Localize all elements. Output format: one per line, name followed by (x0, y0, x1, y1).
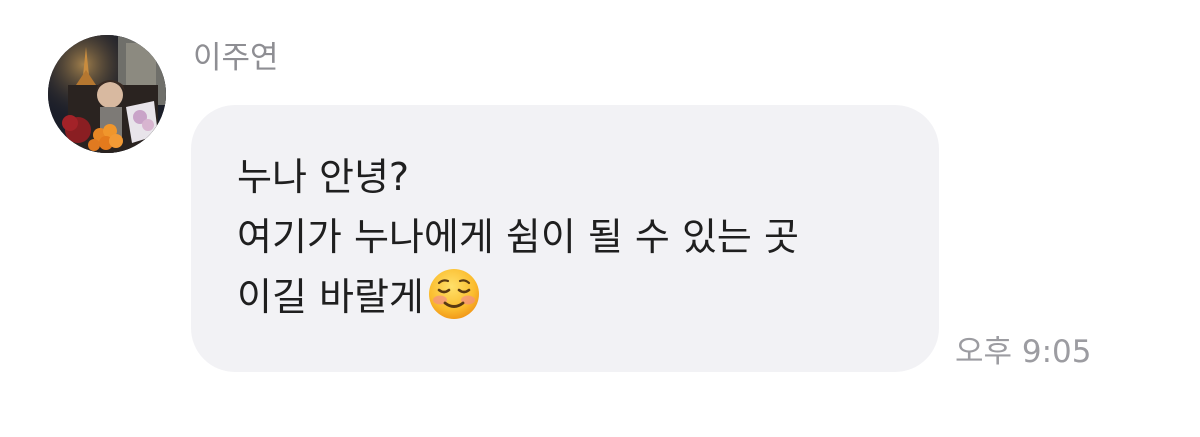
message-line-text: 이길 바랄게 (237, 275, 424, 319)
sender-name: 이주연 (193, 40, 279, 76)
message-line-with-emoji: 이길 바랄게 (237, 267, 899, 327)
avatar[interactable] (48, 35, 166, 153)
smiling-face-icon (428, 268, 480, 320)
profile-photo (48, 35, 166, 153)
message-timestamp: 오후 9:05 (955, 334, 1092, 370)
message-line: 여기가 누나에게 쉼이 될 수 있는 곳 (237, 215, 799, 259)
message-line: 누나 안녕? (237, 155, 410, 199)
message-bubble[interactable]: 누나 안녕? 여기가 누나에게 쉼이 될 수 있는 곳 이길 바랄게 (191, 105, 939, 372)
